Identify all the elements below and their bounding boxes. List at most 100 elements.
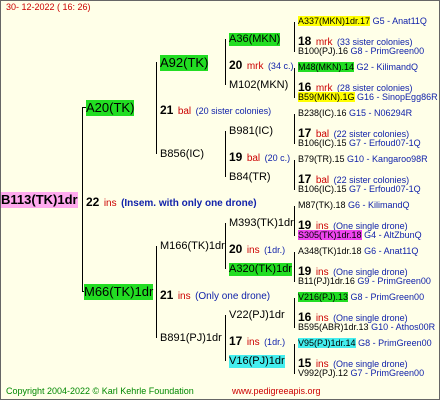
gen4-row-13: V216(PJ).13 G8 - PrimGreen00 [298, 292, 424, 302]
gen3-queen-a320[interactable]: A320(TK)1dr [229, 263, 292, 276]
gen4-row-11: A348(TK)1dr.18 G6 - Anat11Q [298, 246, 418, 256]
gen2-queen-b891[interactable]: B891(PJ)1dr [160, 332, 222, 345]
gen3-queen-a36[interactable]: A36(MKN) [229, 33, 281, 46]
gen4-queen-id[interactable]: V216(PJ).13 [298, 292, 349, 302]
gen2-b891-tag: ins [246, 337, 260, 348]
gen2-m166-info: 20 ins (1dr.) [229, 240, 285, 258]
gen2-connector-1 [225, 39, 226, 85]
gen4-queen-id[interactable]: V992(PJ).12 [298, 368, 348, 378]
gen1-m66-tag: ins [177, 291, 191, 302]
gen4-group: G6 - KilimandQ [348, 200, 410, 210]
gen2-m166-note: (1dr.) [264, 245, 286, 255]
gen4-row-4: B59(MKN).1G G16 - SinopEgg86R [298, 92, 438, 102]
gen4-row-3: M48(MKN).14 G2 - KilimandQ [298, 62, 418, 72]
gen4-row-6: B106(IC).15 G7 - Erfoud07-1Q [298, 138, 421, 148]
gen2-a92-info: 20 mrk (34 c.) [229, 56, 293, 74]
gen2-m166-num: 20 [229, 242, 243, 256]
root-num: 22 [86, 195, 100, 209]
gen4-row-1: A337(MKN)1dr.17 G5 - Anat11Q [298, 16, 427, 26]
gen4-row-9: M87(TK).18 G6 - KilimandQ [298, 200, 410, 210]
gen4-queen-id[interactable]: S305(TK)1dr.18 [298, 230, 362, 240]
gen1-a20-info: 21 bal (20 sister colonies) [160, 101, 271, 119]
gen3-connector-4 [294, 160, 295, 190]
gen4-group: G8 - PrimGreen00 [350, 292, 425, 302]
gen1-a20-connector [156, 62, 157, 154]
gen4-row-2: B100(PJ).16 G8 - PrimGreen00 [298, 46, 424, 56]
gen4-group: G5 - Anat11Q [372, 16, 427, 26]
gen2-b891-note: (1dr.) [264, 337, 286, 347]
gen4-row-15: V95(PJ)1dr.14 G8 - PrimGreen00 [298, 338, 432, 348]
gen4-queen-id[interactable]: M48(MKN).14 [298, 62, 355, 72]
gen4-queen-id[interactable]: B595(ABR)1dr.13 [298, 322, 369, 332]
gen4-group: G15 - N06294R [349, 108, 413, 118]
gen2-queen-b856[interactable]: B856(IC) [160, 148, 204, 161]
root-tag: ins [103, 198, 117, 209]
gen2-b856-tag: bal [246, 153, 261, 164]
gen4-queen-id[interactable]: B106(IC).15 [298, 184, 347, 194]
gen4-row-8: B106(IC).15 G7 - Erfoud07-1Q [298, 184, 421, 194]
gen4-row-10: S305(TK)1dr.18 G4 - AltZbunQ [298, 230, 422, 240]
gen3-connector-2 [294, 68, 295, 98]
gen4-queen-id[interactable]: B106(IC).15 [298, 138, 347, 148]
gen3-queen-v22[interactable]: V22(PJ)1dr [229, 309, 285, 322]
gen2-a92-note: (34 c.) [267, 61, 294, 71]
gen4-group: G6 - Anat11Q [364, 246, 419, 256]
gen4-queen-id[interactable]: B100(PJ).16 [298, 46, 348, 56]
gen2-b891-info: 17 ins (1dr.) [229, 332, 285, 350]
gen4-queen-id[interactable]: B59(MKN).1G [298, 92, 355, 102]
gen2-b891-num: 17 [229, 334, 243, 348]
gen3-connector-6 [294, 252, 295, 282]
gen2-queen-m166[interactable]: M166(TK)1dr [160, 240, 225, 253]
gen3-connector-3 [294, 114, 295, 144]
gen4-row-5: B238(IC).16 G15 - N06294R [298, 108, 412, 118]
gen1-a20-note: (20 sister colonies) [195, 106, 272, 116]
gen4-queen-id[interactable]: A337(MKN)1dr.17 [298, 16, 371, 26]
gen4-group: G10 - Kangaroo98R [347, 154, 428, 164]
gen4-group: G9 - PrimGreen00 [357, 276, 431, 286]
gen3-queen-v16[interactable]: V16(PJ)1dr [229, 355, 285, 368]
gen4-queen-id[interactable]: B11(PJ)1dr.16 [298, 276, 355, 286]
gen2-a92-tag: mrk [246, 61, 264, 72]
gen4-group: G10 - Athos00R [371, 322, 436, 332]
gen3-queen-b981[interactable]: B981(IC) [229, 125, 273, 138]
gen1-a20-tag: bal [177, 106, 192, 117]
gen4-queen-id[interactable]: V95(PJ)1dr.14 [298, 338, 356, 348]
gen4-row-12: B11(PJ)1dr.16 G9 - PrimGreen00 [298, 276, 431, 286]
gen4-queen-id[interactable]: A348(TK)1dr.18 [298, 246, 362, 256]
gen2-b856-info: 19 bal (20 c.) [229, 148, 290, 166]
gen1-a20-num: 21 [160, 103, 174, 117]
gen4-group: G4 - AltZbunQ [364, 230, 422, 240]
gen1-queen-m66[interactable]: M66(TK)1dr [84, 284, 154, 300]
gen2-connector-2 [225, 131, 226, 177]
website-link[interactable]: www.pedigreeapis.org [232, 386, 321, 396]
gen4-group: G2 - KilimandQ [356, 62, 419, 72]
gen4-group: G7 - PrimGreen00 [350, 368, 425, 378]
gen4-group: G16 - SinopEgg86R [357, 92, 438, 102]
root-queen-id[interactable]: B113(TK)1dr [1, 192, 78, 208]
gen4-group: G8 - PrimGreen00 [350, 46, 425, 56]
gen2-queen-a92[interactable]: A92(TK) [160, 55, 209, 71]
gen1-m66-info: 21 ins (Only one drone) [160, 286, 270, 304]
gen4-group: G7 - Erfoud07-1Q [349, 138, 421, 148]
gen4-group: G7 - Erfoud07-1Q [349, 184, 421, 194]
gen4-row-16: V992(PJ).12 G7 - PrimGreen00 [298, 368, 424, 378]
gen4-group: G8 - PrimGreen00 [358, 338, 432, 348]
copyright-text: Copyright 2004-2022 © Karl Kehrle Founda… [6, 386, 194, 396]
gen1-m66-connector [156, 246, 157, 338]
gen4-queen-id[interactable]: B238(IC).16 [298, 108, 347, 118]
gen2-a92-num: 20 [229, 58, 243, 72]
gen3-queen-m102[interactable]: M102(MKN) [229, 79, 288, 92]
gen3-connector-8 [294, 344, 295, 374]
gen4-queen-id[interactable]: M87(TK).18 [298, 200, 346, 210]
root-note: (Insem. with only one drone) [121, 198, 257, 209]
gen2-b856-num: 19 [229, 150, 243, 164]
gen3-queen-b84[interactable]: B84(TR) [229, 171, 271, 184]
gen1-m66-note: (Only one drone) [195, 291, 271, 302]
gen1-queen-a20[interactable]: A20(TK) [86, 100, 135, 116]
root-info: 22 ins (Insem. with only one drone) [86, 193, 257, 211]
gen3-connector-1 [294, 22, 295, 52]
gen4-queen-id[interactable]: B79(TR).15 [298, 154, 345, 164]
gen3-queen-m393[interactable]: M393(TK)1dr [229, 217, 294, 230]
gen1-m66-num: 21 [160, 288, 174, 302]
print-date: 30- 12-2022 ( 16: 26) [6, 2, 91, 12]
